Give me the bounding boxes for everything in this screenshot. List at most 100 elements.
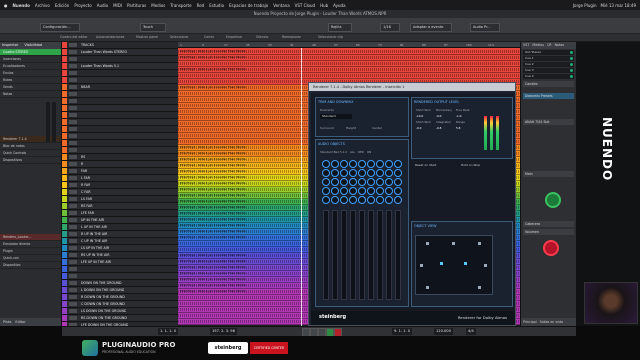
- object-dial[interactable]: [394, 160, 402, 168]
- quantize-mode-select[interactable]: Adaptar a evento: [410, 23, 452, 32]
- object-fader[interactable]: [386, 210, 392, 300]
- mute-solo-buttons[interactable]: [69, 295, 77, 299]
- mute-solo-buttons[interactable]: [69, 246, 77, 250]
- inspector-track-name[interactable]: Cuadro STEREO: [0, 49, 61, 56]
- mixer-section[interactable]: Downmix Presets: [523, 93, 574, 99]
- config-button[interactable]: Configuración...: [40, 23, 80, 32]
- track-row[interactable]: [62, 126, 178, 133]
- track-row[interactable]: [62, 119, 178, 126]
- menu-item[interactable]: Archivo: [35, 3, 50, 8]
- mute-solo-buttons[interactable]: [69, 162, 77, 166]
- track-row[interactable]: [62, 98, 178, 105]
- mute-solo-buttons[interactable]: [69, 141, 77, 145]
- audio-event[interactable]: [178, 60, 520, 67]
- object-dial[interactable]: [322, 187, 330, 195]
- track-color-swatch[interactable]: [62, 266, 67, 272]
- menu-item[interactable]: Audio: [97, 3, 108, 8]
- downmix-select[interactable]: Standard: [320, 114, 352, 119]
- object-filter-tab[interactable]: Standard Bed 5.1.2: [320, 150, 347, 154]
- track-color-swatch[interactable]: [62, 49, 67, 55]
- menu-item[interactable]: Ventana: [273, 3, 289, 8]
- mute-solo-buttons[interactable]: [69, 211, 77, 215]
- track-name[interactable]: R DOWN ON THE GROUND: [81, 295, 125, 299]
- object-dial[interactable]: [376, 160, 384, 168]
- menu-item[interactable]: Espacios de trabajo: [229, 3, 268, 8]
- track-row[interactable]: [62, 273, 178, 280]
- track-name[interactable]: C DOWN ON THE GROUND: [81, 302, 125, 306]
- track-row[interactable]: C FAR: [62, 189, 178, 196]
- track-color-swatch[interactable]: [62, 42, 67, 48]
- menu-item[interactable]: Estudio: [209, 3, 224, 8]
- menu-item[interactable]: MIDI: [113, 3, 122, 8]
- track-color-swatch[interactable]: [62, 105, 67, 111]
- object-dial[interactable]: [358, 169, 366, 177]
- object-dial[interactable]: [394, 169, 402, 177]
- track-color-swatch[interactable]: [62, 259, 67, 265]
- listen-knob[interactable]: [545, 192, 561, 208]
- mute-solo-buttons[interactable]: [69, 99, 77, 103]
- track-color-swatch[interactable]: [62, 126, 67, 132]
- track-row[interactable]: [62, 105, 178, 112]
- object-dial[interactable]: [385, 178, 393, 186]
- inspector-lower-row[interactable]: Renders_Louder...: [0, 234, 61, 241]
- object-fader[interactable]: [350, 210, 356, 300]
- object-dial[interactable]: [358, 187, 366, 195]
- control-room-slot[interactable]: Cue 4: [523, 74, 574, 79]
- subbar-item[interactable]: Seleccionar clip: [318, 35, 343, 39]
- subbar-item[interactable]: Automatizaciones: [96, 35, 124, 39]
- mute-solo-buttons[interactable]: [69, 267, 77, 271]
- track-name[interactable]: RS UP IN THE AIR: [81, 253, 110, 257]
- object-dial[interactable]: [331, 196, 339, 204]
- tab-editor[interactable]: Editor: [15, 318, 25, 326]
- track-row[interactable]: LFE FAR: [62, 210, 178, 217]
- hold-on-stop-toggle[interactable]: Hold on Stop: [461, 163, 480, 167]
- inspector-section[interactable]: Sends: [0, 84, 61, 91]
- mute-solo-buttons[interactable]: [69, 239, 77, 243]
- inspector-lower-row[interactable]: Quick-con: [0, 255, 61, 262]
- mute-solo-buttons[interactable]: [69, 204, 77, 208]
- inspector-lower-row[interactable]: Dispositivo: [0, 262, 61, 269]
- track-name[interactable]: R FAR: [81, 183, 90, 187]
- track-color-swatch[interactable]: [62, 287, 67, 293]
- mute-solo-buttons[interactable]: [69, 281, 77, 285]
- track-row[interactable]: [62, 91, 178, 98]
- track-row[interactable]: L FAR: [62, 175, 178, 182]
- plugin-title[interactable]: Renderer 7.1.4 - Dolby Atmos Renderer - …: [309, 83, 515, 91]
- audio-event[interactable]: [178, 72, 520, 79]
- track-row[interactable]: R UP IN THE AIR: [62, 231, 178, 238]
- track-name[interactable]: DOWN ON THE GROUND: [81, 281, 122, 285]
- track-name[interactable]: Louder Than Words STEREO: [81, 50, 127, 54]
- menu-item[interactable]: Ayuda: [333, 3, 345, 8]
- menu-item[interactable]: Proyecto: [74, 3, 91, 8]
- mute-solo-buttons[interactable]: [69, 127, 77, 131]
- track-color-swatch[interactable]: [62, 161, 67, 167]
- track-color-swatch[interactable]: [62, 133, 67, 139]
- menu-item[interactable]: Edición: [55, 3, 69, 8]
- volume-knob[interactable]: [543, 240, 559, 256]
- object-filter-tab[interactable]: RED: [358, 150, 364, 154]
- subbar-item[interactable]: Cuadro del editor: [60, 35, 88, 39]
- object-dial[interactable]: [349, 178, 357, 186]
- mute-solo-buttons[interactable]: [69, 78, 77, 82]
- mixer-section[interactable]: Volumen: [523, 229, 574, 235]
- track-row[interactable]: LS DOWN ON THE GROUND: [62, 308, 178, 315]
- object-dial[interactable]: [385, 160, 393, 168]
- track-row[interactable]: RS FAR: [62, 203, 178, 210]
- track-name[interactable]: RS DOWN ON THE GROUND: [81, 316, 127, 320]
- track-color-swatch[interactable]: [62, 280, 67, 286]
- quantize-select[interactable]: 1/16: [380, 23, 400, 32]
- menu-app[interactable]: Nuendo: [13, 3, 30, 8]
- track-row[interactable]: [62, 147, 178, 154]
- track-row[interactable]: [62, 56, 178, 63]
- power-icon[interactable]: [570, 57, 573, 60]
- object-dial[interactable]: [394, 187, 402, 195]
- control-room-slot[interactable]: Out Stereo: [523, 50, 574, 55]
- tab-track[interactable]: Pista: [3, 318, 11, 326]
- inspector-section[interactable]: Dispositivos: [0, 157, 61, 164]
- track-name[interactable]: FAR: [81, 169, 87, 173]
- track-name[interactable]: R UP IN THE AIR: [81, 232, 107, 236]
- track-row[interactable]: [62, 77, 178, 84]
- track-row[interactable]: [62, 266, 178, 273]
- mute-solo-buttons[interactable]: [69, 288, 77, 292]
- mute-solo-buttons[interactable]: [69, 50, 77, 54]
